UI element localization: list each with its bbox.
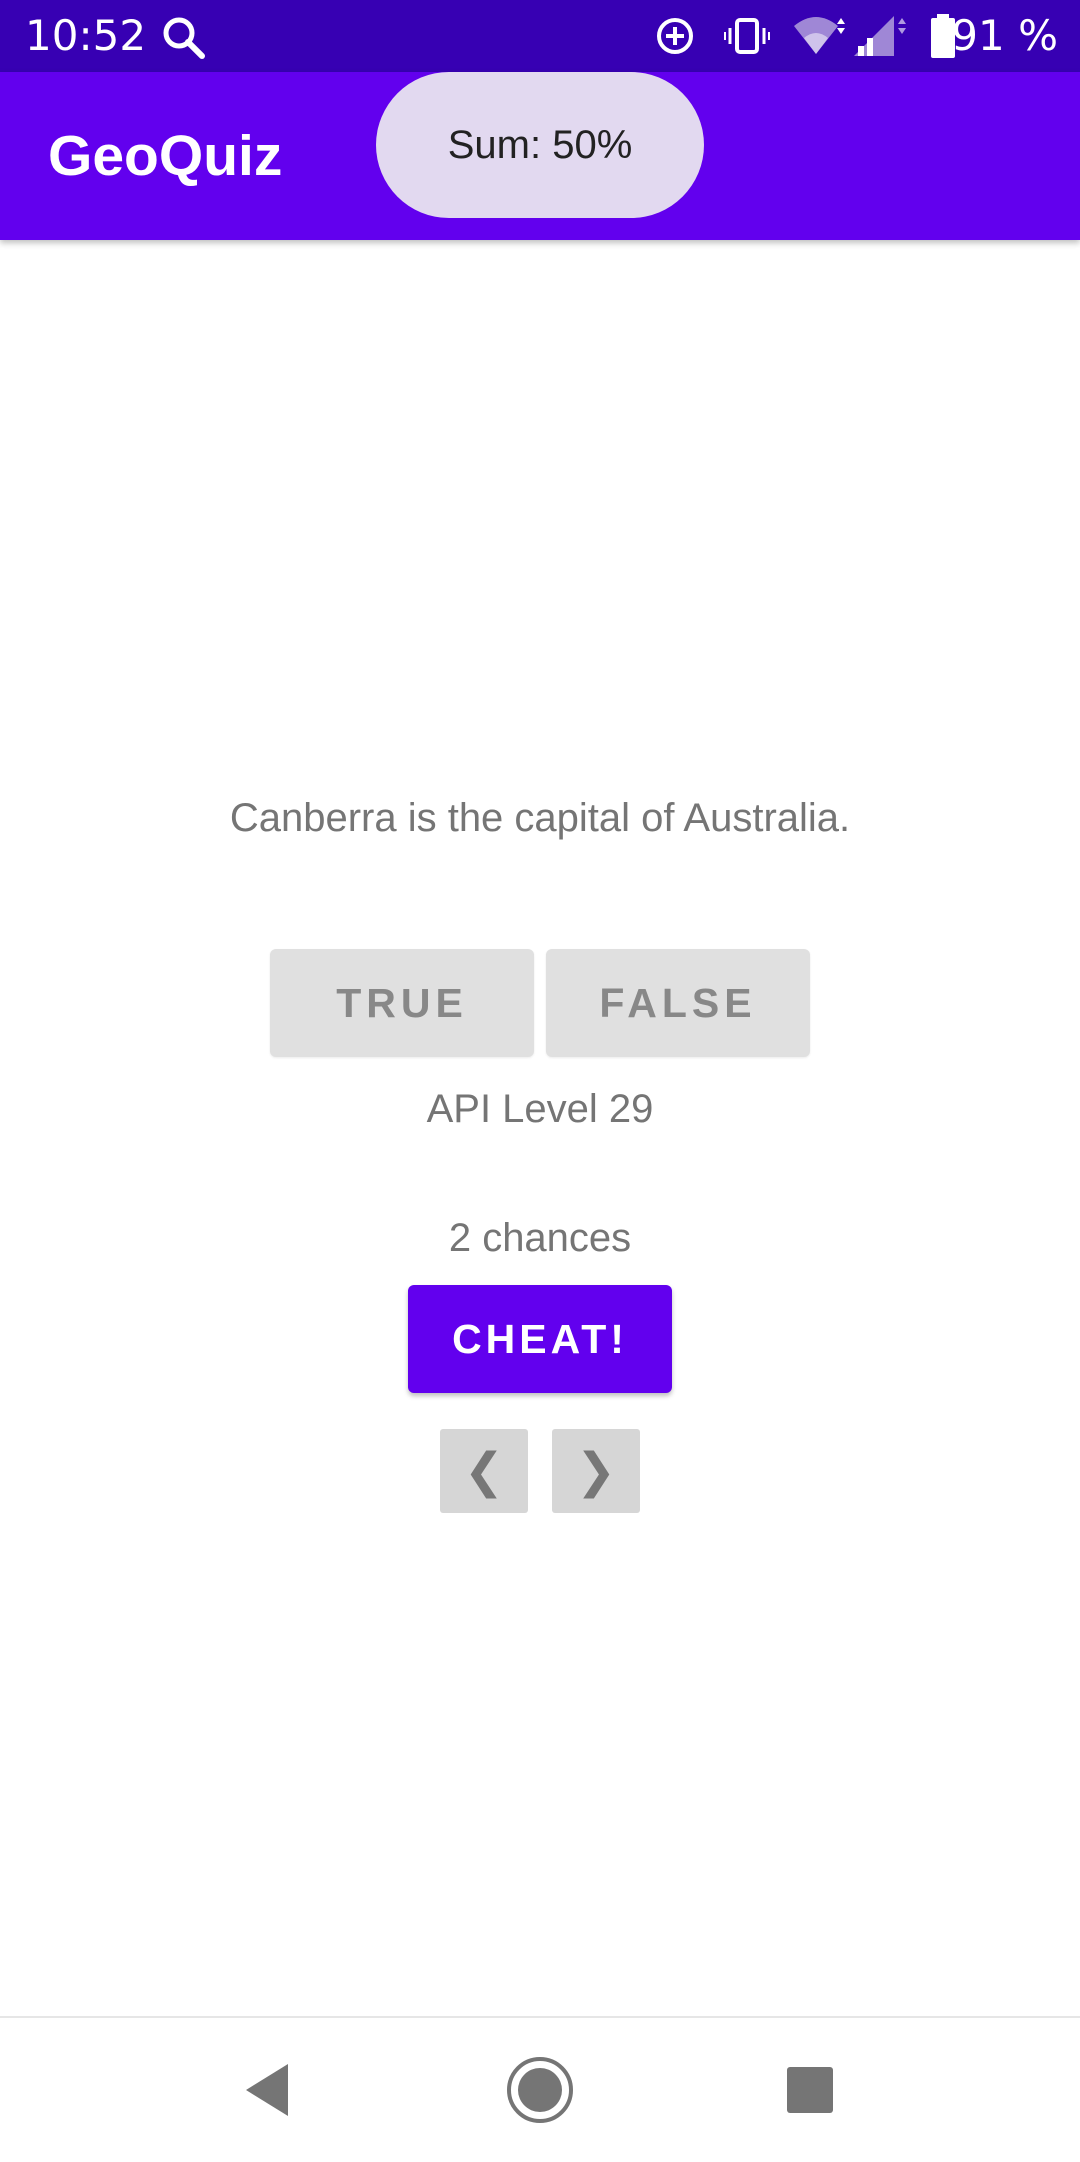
chances-text: 2 chances (448, 1216, 632, 1260)
home-icon[interactable] (506, 2056, 574, 2124)
prev-button[interactable]: ❮ (440, 1429, 528, 1513)
false-button[interactable]: FALSE (546, 949, 810, 1057)
back-icon[interactable] (232, 2056, 300, 2124)
search-icon (163, 17, 205, 59)
status-bar: 10:52 91 % (0, 0, 1080, 72)
api-level-text: API Level 29 (426, 1087, 654, 1131)
next-button[interactable]: ❯ (552, 1429, 640, 1513)
system-nav-bar (0, 2016, 1080, 2162)
status-time: 10:52 (25, 11, 147, 60)
app-title: GeoQuiz (48, 124, 283, 188)
wifi-icon (794, 17, 845, 54)
signal-icon (854, 16, 906, 56)
sync-icon (657, 18, 693, 54)
score-toast: Sum: 50% (376, 72, 704, 218)
recents-icon[interactable] (776, 2056, 844, 2124)
cheat-button[interactable]: CHEAT! (408, 1285, 672, 1393)
vibrate-icon (724, 18, 770, 54)
battery-percent: 91 % (951, 11, 1058, 60)
true-button[interactable]: TRUE (270, 949, 534, 1057)
app-bar: GeoQuiz Sum: 50% (0, 72, 1080, 240)
question-text: Canberra is the capital of Australia. (229, 796, 851, 840)
